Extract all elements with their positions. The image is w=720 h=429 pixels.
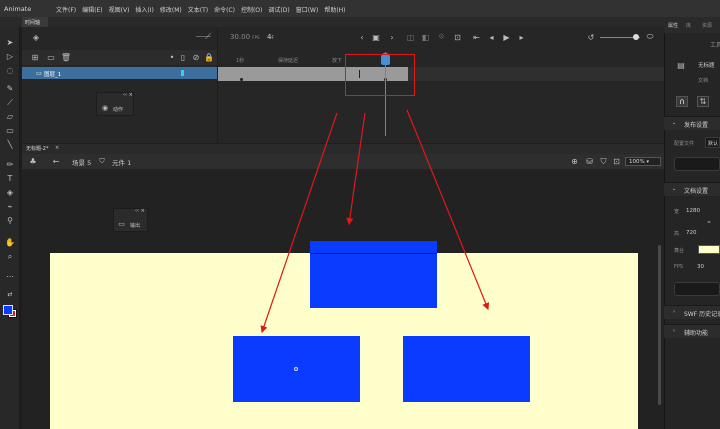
arrow-to-right-box <box>406 109 490 311</box>
accessibility-title: 辅助功能 <box>684 330 709 337</box>
publish-button[interactable] <box>674 157 720 171</box>
height-label: 高 <box>674 231 680 237</box>
stage-color-swatch[interactable] <box>698 245 720 254</box>
profile-value: 默认 <box>708 141 719 147</box>
tool-label: 工具 <box>710 42 720 49</box>
width-label: 宽 <box>674 209 680 215</box>
arrow-to-left-box <box>260 112 338 334</box>
doc-name: 无标题 <box>698 63 715 69</box>
fps-input[interactable]: 30 <box>697 264 704 270</box>
link-icon[interactable]: ⚭ <box>705 214 713 230</box>
profile-label: 配置文件 <box>674 141 695 147</box>
width-value[interactable]: 1280 <box>686 208 700 214</box>
swf-history-title: SWF 历史记录 <box>684 311 720 318</box>
stage-color-label: 舞台 <box>674 248 685 254</box>
tab-assets[interactable]: 资源 <box>702 22 712 29</box>
doc-type: 文档 <box>698 78 709 84</box>
chevron-right-icon: › <box>673 328 675 334</box>
tab-properties[interactable]: 属性 <box>668 22 678 29</box>
align-icon[interactable]: ⇅ <box>697 96 709 107</box>
snap-icon[interactable]: ∩ <box>676 96 688 107</box>
annotation-arrows <box>260 109 490 334</box>
chevron-down-icon: ⌄ <box>672 120 677 126</box>
tab-library[interactable]: 库 <box>686 22 691 29</box>
publish-settings-title: 发布设置 <box>684 122 709 129</box>
chevron-down-icon: ⌄ <box>672 186 677 192</box>
height-value[interactable]: 720 <box>686 230 697 236</box>
document-icon: ▤ <box>677 60 685 70</box>
chevron-right-icon: › <box>673 309 675 315</box>
document-settings-title: 文档设置 <box>684 188 709 195</box>
fps-label: FPS <box>674 264 684 270</box>
arrow-to-top-box <box>346 112 366 226</box>
more-settings-button[interactable] <box>674 282 720 296</box>
